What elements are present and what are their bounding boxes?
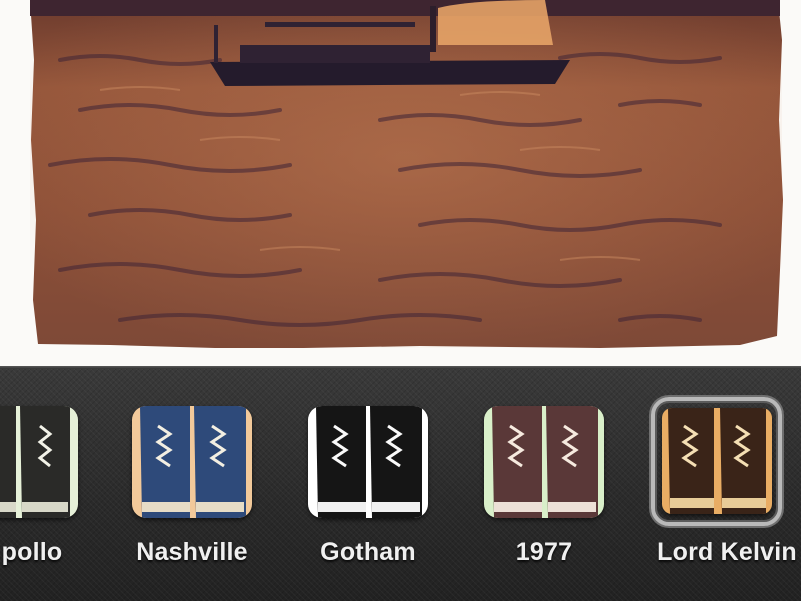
filter-apollo[interactable]: pollo bbox=[0, 366, 108, 601]
filter-1977-thumbnail[interactable] bbox=[484, 406, 604, 518]
filter-lord-kelvin[interactable]: Lord Kelvin bbox=[651, 366, 801, 601]
filter-gotham-label: Gotham bbox=[320, 538, 416, 566]
filter-apollo-thumbnail[interactable] bbox=[0, 406, 78, 518]
photo-preview bbox=[0, 0, 801, 366]
sneakers-icon bbox=[484, 406, 604, 518]
sneakers-icon bbox=[132, 406, 252, 518]
filter-nashville-label: Nashville bbox=[136, 538, 248, 566]
filter-nashville[interactable]: Nashville bbox=[132, 366, 282, 601]
filter-strip[interactable]: pollo Nashville Gotham 1977 Lord Kelvin bbox=[0, 366, 801, 601]
sneakers-icon bbox=[662, 408, 772, 514]
sneakers-icon bbox=[0, 406, 78, 518]
filter-lord-kelvin-label: Lord Kelvin bbox=[657, 538, 797, 566]
sailboat-photo bbox=[0, 0, 801, 366]
filter-nashville-thumbnail[interactable] bbox=[132, 406, 252, 518]
filter-1977-label: 1977 bbox=[515, 538, 573, 566]
filter-lord-kelvin-thumbnail[interactable] bbox=[662, 408, 772, 514]
sneakers-icon bbox=[308, 406, 428, 518]
filter-1977[interactable]: 1977 bbox=[484, 366, 634, 601]
filter-gotham[interactable]: Gotham bbox=[308, 366, 458, 601]
filter-gotham-thumbnail[interactable] bbox=[308, 406, 428, 518]
